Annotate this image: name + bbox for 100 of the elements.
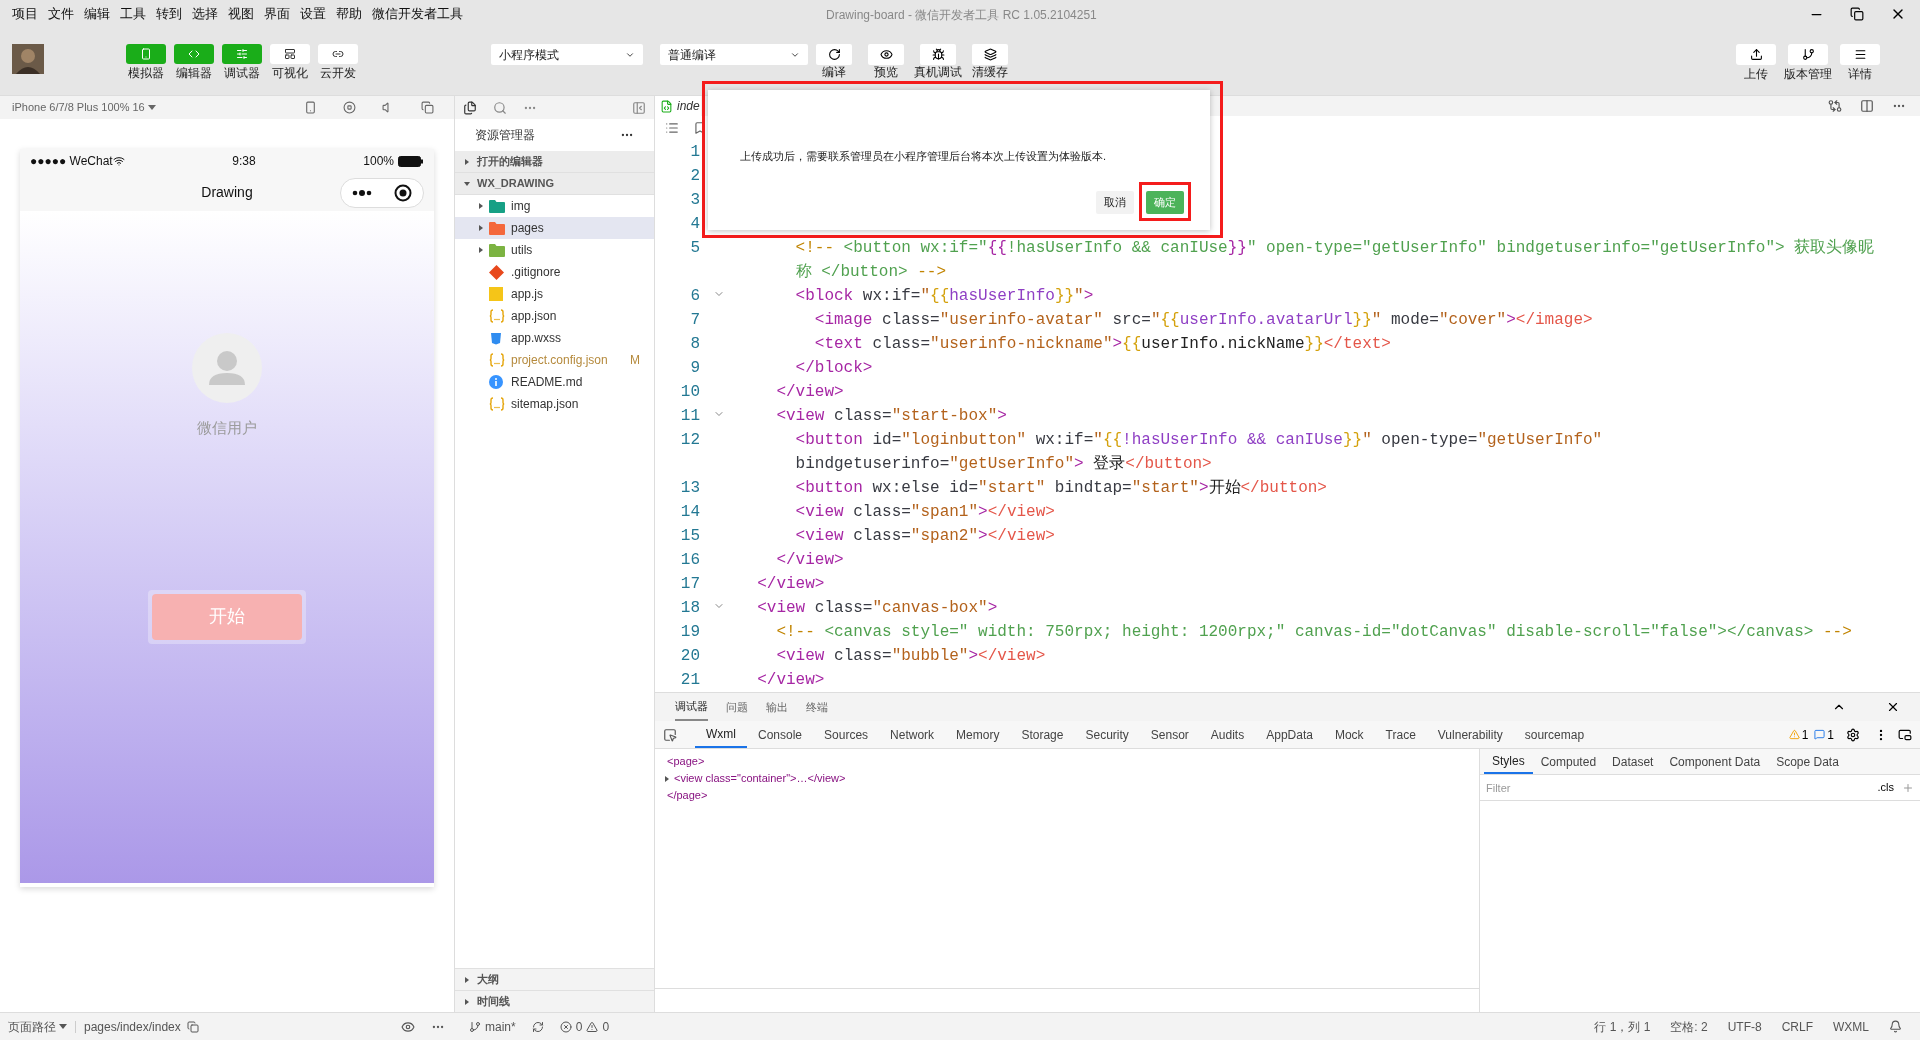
devtools-tab[interactable]: Storage <box>1010 721 1075 748</box>
copy-icon[interactable] <box>186 1020 199 1033</box>
dialog-button[interactable]: 取消 <box>1096 191 1134 214</box>
file-tree-item[interactable]: pages <box>455 217 654 239</box>
dock-icon[interactable] <box>1898 727 1912 742</box>
caret-icon[interactable] <box>663 774 671 783</box>
inspect-icon[interactable] <box>663 727 677 742</box>
message-icon[interactable] <box>1814 729 1826 740</box>
wxml-node[interactable]: <view class="container">…</view> <box>674 770 846 787</box>
caret-icon[interactable] <box>477 202 485 210</box>
warning-count[interactable]: 0 <box>602 1017 610 1036</box>
devtools-tab[interactable]: Sensor <box>1139 721 1200 748</box>
view-toggle-button[interactable] <box>126 44 166 64</box>
devtools-tab[interactable]: Network <box>879 721 946 748</box>
explorer-section-header[interactable]: 大纲 <box>455 968 654 990</box>
dropdown-caret-icon[interactable] <box>59 1024 67 1029</box>
toolbar-icon-button[interactable] <box>972 44 1008 65</box>
cls-toggle[interactable]: .cls <box>1869 779 1902 796</box>
split-icon[interactable] <box>1860 99 1874 114</box>
menu-item[interactable]: 项目 <box>12 4 38 24</box>
menu-item[interactable]: 转到 <box>156 4 182 24</box>
menu-item[interactable]: 文件 <box>48 4 74 24</box>
caret-icon[interactable] <box>477 246 485 254</box>
settings-icon[interactable] <box>1846 727 1860 742</box>
view-toggle-button[interactable] <box>174 44 214 64</box>
toolbar-icon-button[interactable] <box>1788 44 1828 65</box>
menu-item[interactable]: 微信开发者工具 <box>372 4 463 24</box>
file-tree-item[interactable]: sitemap.json <box>455 393 654 415</box>
file-tree-item[interactable]: README.md <box>455 371 654 393</box>
restore-icon[interactable] <box>1850 7 1864 21</box>
devtools-tab[interactable]: Trace <box>1374 721 1427 748</box>
menu-item[interactable]: 帮助 <box>336 4 362 24</box>
file-tree-item[interactable]: img <box>455 195 654 217</box>
toolbar-icon-button[interactable] <box>1840 44 1880 65</box>
file-tree-item[interactable]: .gitignore <box>455 261 654 283</box>
devtools-tab[interactable]: Sources <box>813 721 880 748</box>
view-toggle-button[interactable] <box>318 44 358 64</box>
eye-icon[interactable] <box>401 1019 415 1034</box>
file-tree-item[interactable]: app.js <box>455 283 654 305</box>
file-tree-item[interactable]: app.wxss <box>455 327 654 349</box>
devtools-tab[interactable]: Security <box>1074 721 1140 748</box>
styles-tab[interactable]: Dataset <box>1604 749 1662 774</box>
compile-dropdown[interactable]: 普通编译 <box>660 44 808 65</box>
indent-setting[interactable]: 空格: 2 <box>1670 1017 1708 1036</box>
caret-icon[interactable] <box>463 975 471 984</box>
styles-tab[interactable]: Styles <box>1484 749 1533 774</box>
editor-tab[interactable]: inde <box>655 96 701 117</box>
devtools-tab[interactable]: Console <box>747 721 814 748</box>
menu-item[interactable]: 设置 <box>300 4 326 24</box>
styles-tab[interactable]: Component Data <box>1661 749 1769 774</box>
more-icon[interactable] <box>352 190 372 196</box>
sync-icon[interactable] <box>531 1020 544 1033</box>
devtools-tab[interactable]: Memory <box>945 721 1011 748</box>
phone-icon[interactable] <box>304 101 317 114</box>
windows-icon[interactable] <box>421 101 434 114</box>
menu-item[interactable]: 选择 <box>192 4 218 24</box>
search-icon[interactable] <box>493 100 507 115</box>
devtools-tab[interactable]: Vulnerability <box>1426 721 1514 748</box>
menu-item[interactable]: 界面 <box>264 4 290 24</box>
toolbar-icon-button[interactable] <box>1736 44 1776 65</box>
files-icon[interactable] <box>463 100 477 115</box>
capsule-button[interactable] <box>340 178 424 208</box>
styles-tab[interactable]: Computed <box>1532 749 1605 774</box>
close-icon[interactable] <box>1886 700 1900 714</box>
toolbar-icon-button[interactable] <box>816 44 852 65</box>
devtools-tab[interactable]: AppData <box>1255 721 1324 748</box>
mode-dropdown[interactable]: 小程序模式 <box>491 44 643 65</box>
devtools-tab[interactable]: sourcemap <box>1513 721 1596 748</box>
branch-icon[interactable] <box>469 1020 481 1033</box>
bell-icon[interactable] <box>1889 1020 1902 1033</box>
explorer-section-header[interactable]: 打开的编辑器 <box>455 151 654 173</box>
devtools-tab[interactable]: Audits <box>1199 721 1256 748</box>
outline-icon[interactable] <box>665 121 679 136</box>
file-tree-item[interactable]: utils <box>455 239 654 261</box>
wxml-tag[interactable]: <page> <box>667 753 1479 770</box>
cursor-position[interactable]: 行 1，列 1 <box>1594 1017 1651 1036</box>
warning-count[interactable]: 1 <box>1801 725 1809 744</box>
record-icon[interactable] <box>343 101 356 114</box>
line-ending[interactable]: CRLF <box>1781 1017 1813 1036</box>
page-path-dropdown[interactable]: 页面路径 <box>8 1017 56 1036</box>
branch-name[interactable]: main* <box>485 1017 516 1036</box>
target-icon[interactable] <box>394 184 412 202</box>
styles-tab[interactable]: Scope Data <box>1768 749 1847 774</box>
error-count[interactable]: 0 <box>575 1017 583 1036</box>
panel-tab[interactable]: 问题 <box>726 693 748 721</box>
caret-icon[interactable] <box>477 224 485 232</box>
file-tree-item[interactable]: app.json <box>455 305 654 327</box>
caret-icon[interactable] <box>463 179 471 188</box>
menu-item[interactable]: 工具 <box>120 4 146 24</box>
view-toggle-button[interactable] <box>222 44 262 64</box>
devtools-tab[interactable]: Mock <box>1323 721 1375 748</box>
caret-icon[interactable] <box>463 157 471 166</box>
devtools-tab[interactable]: Wxml <box>695 721 747 748</box>
caret-icon[interactable] <box>463 997 471 1006</box>
wxml-tag[interactable]: </page> <box>667 787 1479 804</box>
panel-tab[interactable]: 输出 <box>766 693 788 721</box>
message-count[interactable]: 1 <box>1827 725 1834 744</box>
error-icon[interactable] <box>559 1020 572 1033</box>
encoding[interactable]: UTF-8 <box>1727 1017 1762 1036</box>
explorer-section-header[interactable]: WX_DRAWING <box>455 173 654 195</box>
